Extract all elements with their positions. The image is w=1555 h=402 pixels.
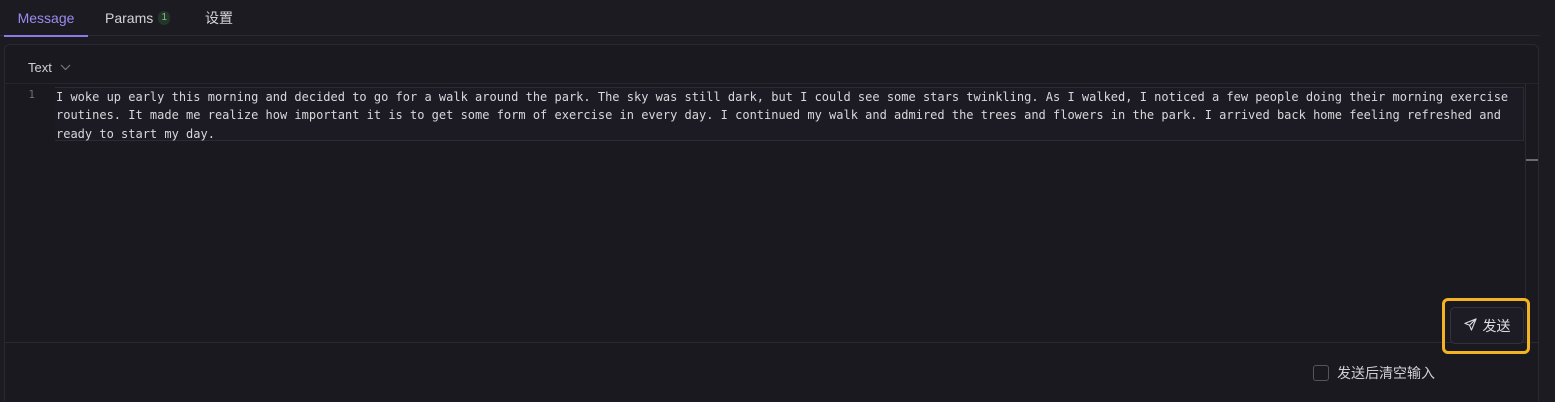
send-button[interactable]: 发送 [1450, 307, 1524, 344]
tab-params-label: Params [105, 10, 154, 26]
paper-plane-icon [1463, 317, 1477, 334]
tab-bar: Message Params 1 设置 [0, 0, 1540, 37]
tab-params[interactable]: Params 1 [105, 0, 171, 36]
chevron-down-icon [60, 64, 71, 71]
tab-message[interactable]: Message [4, 0, 88, 37]
clear-after-send-label: 发送后清空输入 [1337, 365, 1435, 381]
editor-content[interactable]: I woke up early this morning and decided… [56, 88, 1521, 143]
message-panel: Text 1 I woke up early this morning and … [4, 44, 1539, 401]
content-type-select[interactable]: Text [28, 57, 71, 77]
clear-after-send-option[interactable]: 发送后清空输入 [1313, 363, 1435, 383]
active-tab-indicator [4, 35, 88, 37]
current-line-highlight: I woke up early this morning and decided… [55, 87, 1524, 141]
tab-settings[interactable]: 设置 [205, 0, 233, 36]
composer-footer: 发送后清空输入 [5, 342, 1538, 402]
send-button-label: 发送 [1482, 317, 1511, 334]
tab-settings-label: 设置 [205, 10, 233, 26]
clear-after-send-checkbox[interactable] [1313, 365, 1329, 381]
message-editor[interactable]: 1 I woke up early this morning and decid… [5, 83, 1538, 342]
content-type-value: Text [28, 59, 52, 75]
overview-ruler-cursor [1526, 159, 1538, 161]
params-count-badge: 1 [158, 11, 171, 25]
tab-message-label: Message [17, 10, 75, 26]
line-number: 1 [28, 88, 35, 101]
